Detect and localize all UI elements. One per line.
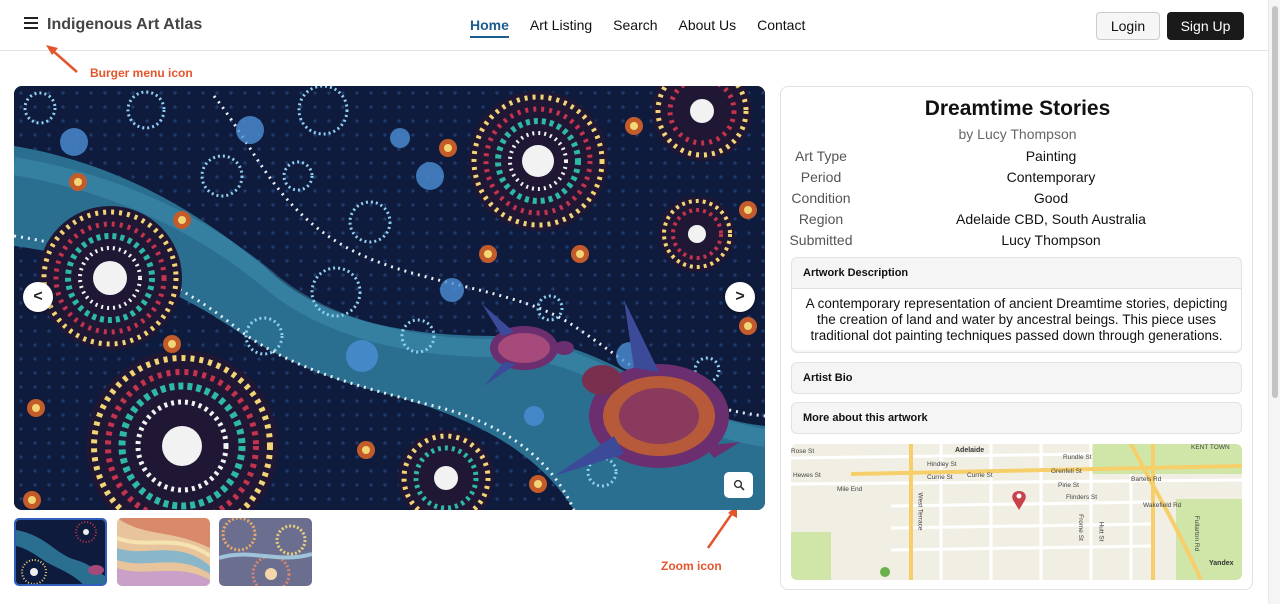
location-map[interactable]: Adelaide Rose St Hindley St Currie St Cu… <box>791 444 1242 580</box>
next-image-button[interactable]: > <box>725 282 755 312</box>
login-button[interactable]: Login <box>1096 12 1160 40</box>
scrollbar-thumb[interactable] <box>1272 6 1278 398</box>
map-label: Grenfell St <box>1051 468 1082 475</box>
artwork-description-text: A contemporary representation of ancient… <box>792 288 1241 350</box>
map-label: West Terrace <box>916 492 924 531</box>
sign-up-button[interactable]: Sign Up <box>1167 12 1244 40</box>
artwork-artist: by Lucy Thompson <box>958 126 1077 142</box>
detail-value: Adelaide CBD, South Australia <box>956 211 1146 227</box>
accordion-header-artist-bio[interactable]: Artist Bio <box>792 363 1241 393</box>
map-label: Bartels Rd <box>1131 476 1162 483</box>
detail-value: Contemporary <box>1006 169 1096 185</box>
map-label: Currie St <box>927 474 953 481</box>
detail-label: Period <box>800 169 842 185</box>
map-label: Hindley St <box>927 461 957 468</box>
brand-title[interactable]: Indigenous Art Atlas <box>47 16 202 34</box>
detail-value: Lucy Thompson <box>1001 232 1101 248</box>
nav-about-us[interactable]: About Us <box>679 17 737 38</box>
nav-contact[interactable]: Contact <box>757 17 805 38</box>
detail-label: Region <box>798 211 844 227</box>
dot-painting-artwork <box>14 86 765 510</box>
detail-label: Condition <box>791 190 851 206</box>
detail-row-art-type: Art Type Painting <box>781 148 1254 169</box>
detail-row-condition: Condition Good <box>781 190 1254 211</box>
thumbnail-1-image <box>16 520 105 584</box>
thumbnail-3-image <box>219 518 312 586</box>
accordion-artwork-description: Artwork Description A contemporary repre… <box>791 257 1242 353</box>
nav-art-listing[interactable]: Art Listing <box>530 17 592 38</box>
accordion-header-more-about[interactable]: More about this artwork <box>792 403 1241 433</box>
accordion-artist-bio[interactable]: Artist Bio <box>791 362 1242 394</box>
detail-label: Submitted <box>789 232 853 248</box>
zoom-icon-annotation: Zoom icon <box>661 559 722 573</box>
detail-row-region: Region Adelaide CBD, South Australia <box>781 211 1254 232</box>
burger-menu-icon[interactable] <box>24 17 38 31</box>
top-nav-bar: Indigenous Art Atlas Home Art Listing Se… <box>0 0 1268 51</box>
thumbnail-2-image <box>117 518 210 586</box>
page-scrollbar[interactable] <box>1268 0 1280 604</box>
detail-row-period: Period Contemporary <box>781 169 1254 190</box>
map-label: Wakefield Rd <box>1143 502 1182 509</box>
accordion-more-about[interactable]: More about this artwork <box>791 402 1242 434</box>
nav-search[interactable]: Search <box>613 17 657 38</box>
map-label: KENT TOWN <box>1191 444 1230 451</box>
burger-menu-annotation: Burger menu icon <box>90 66 193 80</box>
map-label: Flinders St <box>1066 494 1098 501</box>
map-label: Rose St <box>791 448 815 455</box>
detail-value: Painting <box>1025 148 1077 164</box>
map-label: Hewes St <box>793 472 821 479</box>
artwork-details-table: Art Type Painting Period Contemporary Co… <box>781 148 1254 253</box>
map-label: Hutt St <box>1097 521 1105 542</box>
artwork-main-image: < > <box>14 86 765 510</box>
map-label: Pirie St <box>1058 482 1079 489</box>
nav-home[interactable]: Home <box>470 17 509 38</box>
thumbnail-1[interactable] <box>14 518 107 586</box>
thumbnail-3[interactable] <box>219 518 312 586</box>
detail-value: Good <box>1033 190 1069 206</box>
map-label: Frome St <box>1076 514 1084 541</box>
thumbnail-2[interactable] <box>117 518 210 586</box>
prev-image-button[interactable]: < <box>23 282 53 312</box>
detail-row-submitted: Submitted Lucy Thompson <box>781 232 1254 253</box>
artwork-title: Dreamtime Stories <box>924 97 1111 120</box>
map-label: Mile End <box>837 486 863 493</box>
accordion-header-description[interactable]: Artwork Description <box>792 258 1241 288</box>
zoom-button[interactable] <box>724 472 753 498</box>
map-label: Currie St <box>967 472 993 479</box>
map-attribution: Yandex <box>1209 560 1234 567</box>
map-label: Adelaide <box>955 447 985 454</box>
main-nav: Home Art Listing Search About Us Contact <box>470 17 805 38</box>
magnifier-icon <box>733 479 745 491</box>
map-label: Rundle St <box>1063 454 1092 461</box>
artwork-details-panel: Dreamtime Stories by Lucy Thompson Art T… <box>780 86 1253 590</box>
detail-label: Art Type <box>795 148 847 164</box>
map-streets <box>791 444 1242 580</box>
map-label: Fullarton Rd <box>1193 515 1201 552</box>
